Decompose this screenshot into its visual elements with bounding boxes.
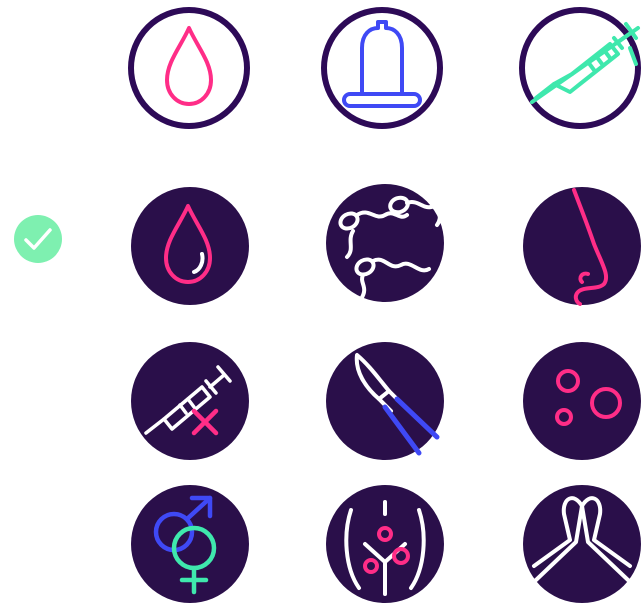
condom-icon bbox=[320, 6, 444, 130]
blood-drop-icon bbox=[130, 186, 250, 306]
sperm-icon bbox=[325, 183, 445, 303]
checkmark-icon bbox=[14, 215, 62, 263]
praying-hands-icon bbox=[522, 484, 641, 604]
skin-sores-icon bbox=[522, 341, 641, 461]
nose-icon bbox=[522, 186, 641, 306]
gender-symbols-icon bbox=[130, 484, 250, 604]
scalpel-icon bbox=[325, 341, 445, 461]
no-syringe-icon bbox=[518, 6, 641, 130]
blood-drop-outline-icon bbox=[127, 6, 251, 130]
reproductive-system-icon bbox=[325, 484, 445, 604]
syringe-cross-icon bbox=[130, 341, 250, 461]
